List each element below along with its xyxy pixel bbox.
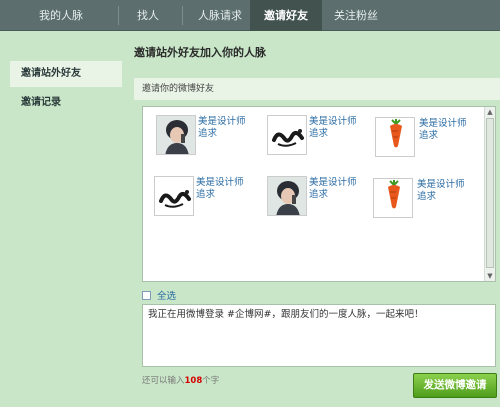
tab-find-people[interactable]: 找人 [128,0,168,31]
tab-invite-friends[interactable]: 邀请好友 [250,0,322,31]
nav-divider [118,6,119,25]
friend-avatar [267,176,307,216]
friend-item[interactable]: 美是设计师追求 [373,178,483,226]
friend-name[interactable]: 美是设计师追求 [417,179,473,203]
sidebar-item-invite-history[interactable]: 邀请记录 [10,90,122,116]
select-all-checkbox[interactable] [142,290,151,300]
nav-divider [182,6,183,25]
char-counter-suffix: 个字 [202,376,220,386]
invite-message-textarea[interactable]: 我正在用微博登录 #企博网#，跟朋友们的一度人脉，一起来吧！ [142,304,496,367]
friend-name[interactable]: 美是设计师追求 [198,116,254,140]
scroll-up-arrow-icon[interactable]: ▲ [485,107,495,117]
scroll-down-arrow-icon[interactable]: ▼ [485,271,495,281]
top-nav: 我的人脉 找人 人脉请求 邀请好友 关注粉丝 [0,0,500,31]
friend-item[interactable]: 美是设计师追求 [267,176,377,224]
friend-item[interactable]: 美是设计师追求 [156,115,266,163]
page-title: 邀请站外好友加入你的人脉 [134,46,266,59]
scroll-thumb[interactable] [486,118,494,268]
char-counter-prefix: 还可以输入 [142,376,185,386]
friend-list-scrollbar[interactable]: ▲ ▼ [484,107,495,281]
sidebar-item-invite-external[interactable]: 邀请站外好友 [10,61,122,87]
char-counter: 还可以输入108个字 [142,374,219,386]
friend-name[interactable]: 美是设计师追求 [309,177,365,201]
friend-avatar [156,115,196,155]
friend-avatar [373,178,413,218]
friend-name[interactable]: 美是设计师追求 [419,118,475,142]
friend-list-panel: 美是设计师追求 美是设计师追求 美是设计师追求 美是设计师追求 美是设计师追求 … [142,106,496,282]
friend-name[interactable]: 美是设计师追求 [196,177,252,201]
select-all[interactable]: 全选 [142,288,176,302]
char-counter-number: 108 [184,376,203,386]
friend-item[interactable]: 美是设计师追求 [375,117,485,165]
friend-avatar [267,115,307,155]
friend-name[interactable]: 美是设计师追求 [309,116,365,140]
friend-avatar [375,117,415,157]
friend-item[interactable]: 美是设计师追求 [267,115,377,163]
tab-follow-fans[interactable]: 关注粉丝 [326,0,386,31]
send-weibo-invite-button[interactable]: 发送微博邀请 [413,373,497,398]
section-header: 邀请你的微博好友 [134,78,500,100]
tab-my-network[interactable]: 我的人脉 [26,0,96,31]
friend-item[interactable]: 美是设计师追求 [154,176,264,224]
select-all-label[interactable]: 全选 [157,291,176,302]
tab-network-requests[interactable]: 人脉请求 [190,0,250,31]
friend-avatar [154,176,194,216]
